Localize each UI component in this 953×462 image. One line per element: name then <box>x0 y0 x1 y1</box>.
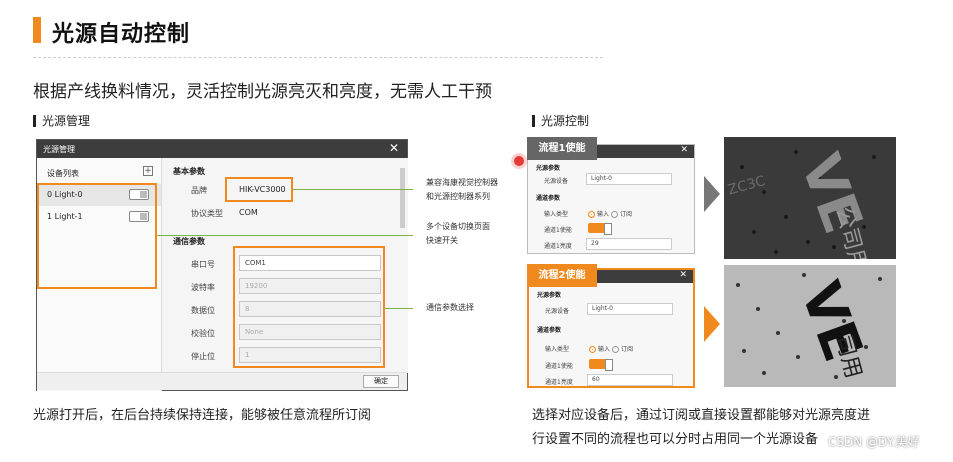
flow1-opt-sub: 订阅 <box>619 211 632 218</box>
flow1-brightness-label: 通道1亮度 <box>544 243 572 250</box>
radio-off-icon[interactable] <box>610 211 618 218</box>
flow1-brightness-field[interactable]: 29 <box>586 238 672 250</box>
note-multi-line2: 快速开关 <box>426 236 458 245</box>
note-compat-line2: 和光源控制器系列 <box>426 192 490 201</box>
flow2-opt-sub: 订阅 <box>620 346 633 353</box>
device-list-header: 设备列表 + <box>37 158 161 184</box>
flow1-device-select[interactable]: Light-0 <box>586 173 672 185</box>
watermark: CSDN @DY.美好 <box>828 435 920 449</box>
flow1-group-light: 光源参数 <box>536 165 561 172</box>
close-icon[interactable]: ✕ <box>679 270 687 280</box>
svg-text:ZC3C: ZC3C <box>726 173 767 198</box>
flow2-enable-label: 通道1使能 <box>545 363 573 370</box>
flow1-opt-input: 输入 <box>597 211 610 218</box>
leader-line-comm <box>385 308 413 309</box>
section-label-text: 光源管理 <box>42 114 91 128</box>
leader-line-brand <box>293 189 413 190</box>
svg-text:VE: VE <box>789 146 875 241</box>
flow1-tag: 流程1使能 <box>527 137 597 160</box>
svg-text:VE: VE <box>789 274 875 369</box>
arrow-right-icon <box>704 176 720 212</box>
highlight-brand <box>225 177 293 202</box>
note-comm: 通信参数选择 <box>426 303 474 312</box>
pointer-dot <box>514 156 524 166</box>
flow1-radio-group[interactable]: 输入 订阅 <box>588 209 632 218</box>
note-multi-device: 多个设备切换页面 快速开关 <box>426 220 490 248</box>
serial-label: 串口号 <box>191 260 215 269</box>
title-divider <box>33 57 603 58</box>
protocol-label: 协议类型 <box>191 209 223 218</box>
flow2-enable-toggle[interactable] <box>589 359 613 371</box>
protocol-value: COM <box>239 208 258 217</box>
flow2-brightness-field[interactable]: 60 <box>587 374 673 386</box>
params-scrollbar[interactable] <box>400 168 405 228</box>
flow1-enable-toggle[interactable] <box>588 223 612 235</box>
flow1-device-label: 光源设备 <box>544 178 569 185</box>
close-icon[interactable]: ✕ <box>389 141 399 155</box>
camera-image-bright: VE 司用 <box>724 265 896 387</box>
note-compat-line1: 兼容海康视觉控制器 <box>426 178 498 187</box>
baud-label: 波特率 <box>191 283 215 292</box>
section-label-light-management: 光源管理 <box>33 112 90 129</box>
section-label-text: 光源控制 <box>541 114 590 128</box>
right-caption-line2: 行设置不同的流程也可以分时占用同一个光源设备 <box>532 432 819 447</box>
flow1-group-channel: 通道参数 <box>536 195 561 202</box>
radio-off-icon[interactable] <box>611 346 619 353</box>
flow2-group-channel: 通道参数 <box>537 327 562 334</box>
dialog-title: 光源管理 <box>43 145 75 154</box>
note-multi-line1: 多个设备切换页面 <box>426 222 490 231</box>
dot-grid-pattern: VE 司用 <box>736 273 882 381</box>
highlight-comm-params <box>233 246 385 368</box>
slide: 光源自动控制 根据产线换料情况，灵活控制光源亮灭和亮度，无需人工干预 光源管理 … <box>0 0 953 462</box>
flow2-input-type-label: 输入类型 <box>545 346 570 353</box>
slide-title: 光源自动控制 <box>52 22 191 47</box>
title-accent-bar <box>33 17 41 43</box>
right-caption-line1: 选择对应设备后，通过订阅或直接设置都能够对光源亮度进 <box>532 408 871 423</box>
flow2-radio-group[interactable]: 输入 订阅 <box>589 344 633 353</box>
flow2-device-select[interactable]: Light-0 <box>587 303 673 315</box>
ok-button[interactable]: 确定 <box>363 375 399 388</box>
flow1-enable-label: 通道1使能 <box>544 227 572 234</box>
arrow-right-icon <box>704 306 720 342</box>
flow2-group-light: 光源参数 <box>537 292 562 299</box>
dot-grid-pattern: VE ZC3C 公司用 <box>726 146 876 259</box>
basic-params-header: 基本参数 <box>173 167 205 176</box>
device-list-title: 设备列表 <box>47 169 79 178</box>
radio-on-icon[interactable] <box>588 211 595 218</box>
highlight-device-list <box>37 183 157 289</box>
leader-line-devices <box>157 235 413 236</box>
note-compat: 兼容海康视觉控制器 和光源控制器系列 <box>426 176 498 204</box>
flow1-panel: ✕ 光源参数 光源设备 Light-0 通道参数 输入类型 输入 订阅 通道1使… <box>527 144 695 254</box>
camera-image-dim: VE ZC3C 公司用 <box>724 137 896 259</box>
radio-on-icon[interactable] <box>589 346 596 353</box>
comm-params-header: 通信参数 <box>173 237 205 246</box>
parity-label: 校验位 <box>191 329 215 338</box>
databits-label: 数据位 <box>191 306 215 315</box>
add-device-button[interactable]: + <box>143 166 153 176</box>
flow2-opt-input: 输入 <box>598 346 611 353</box>
close-icon[interactable]: ✕ <box>680 145 688 155</box>
flow2-brightness-label: 通道1亮度 <box>545 379 573 386</box>
flow1-input-type-label: 输入类型 <box>544 211 569 218</box>
dialog-footer: 确定 <box>37 372 407 390</box>
flow2-tag: 流程2使能 <box>527 264 597 287</box>
brand-label: 品牌 <box>191 186 207 195</box>
slide-subtitle: 根据产线换料情况，灵活控制光源亮灭和亮度，无需人工干预 <box>33 82 492 102</box>
stopbits-label: 停止位 <box>191 352 215 361</box>
left-caption: 光源打开后，在后台持续保持连接，能够被任意流程所订阅 <box>33 408 372 423</box>
section-label-light-control: 光源控制 <box>532 112 589 129</box>
dialog-titlebar: 光源管理 ✕ <box>37 140 407 158</box>
flow2-device-label: 光源设备 <box>545 308 570 315</box>
